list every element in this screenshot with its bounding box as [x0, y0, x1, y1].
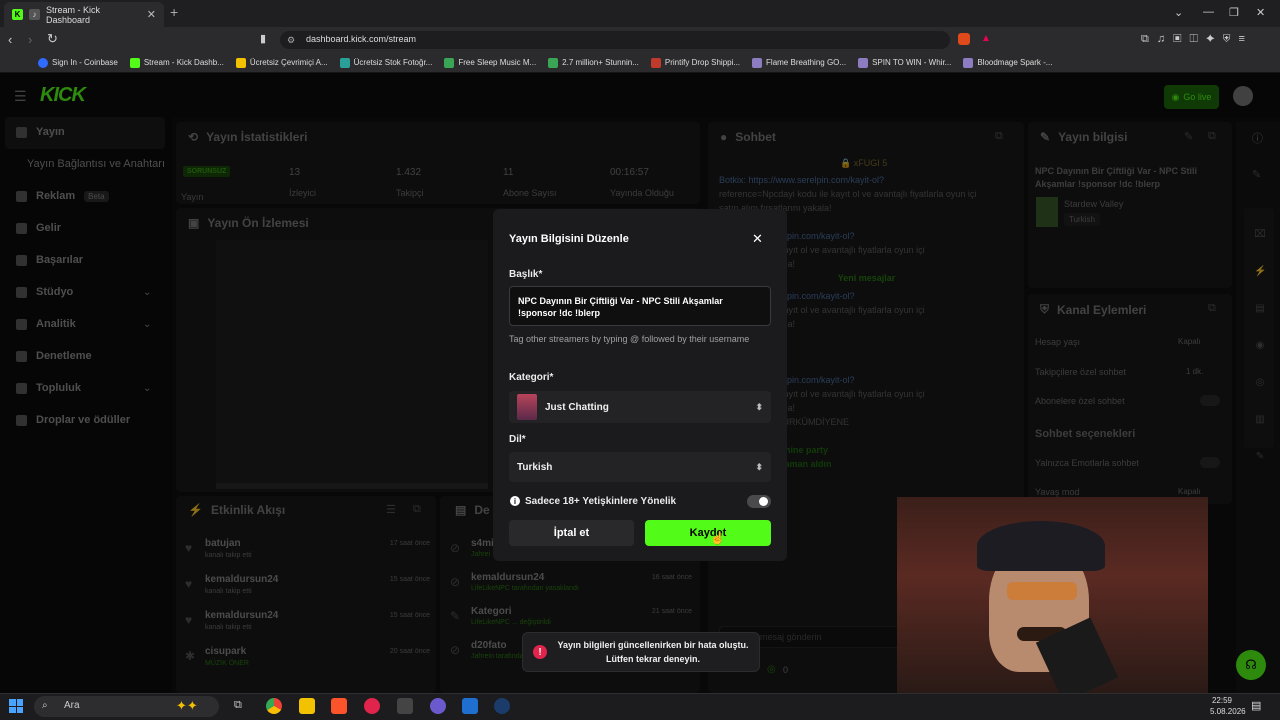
- language-label: Dil*: [509, 434, 526, 445]
- browser-tab[interactable]: K ♪ Stream - Kick Dashboard ✕: [4, 2, 164, 27]
- select-arrows-icon: ⬍: [755, 401, 763, 412]
- bookmark-item[interactable]: Ücretsiz Stok Fotoğr...: [339, 57, 432, 68]
- steam-icon[interactable]: [494, 698, 510, 714]
- close-icon[interactable]: ✕: [752, 231, 763, 247]
- task-view-icon[interactable]: ⧉: [234, 699, 242, 712]
- brave-shields-icon[interactable]: [958, 33, 970, 45]
- headset: [977, 521, 1105, 571]
- mature-label: Sadece 18+ Yetişkinlere Yönelik: [525, 496, 677, 507]
- bookmark-item[interactable]: Ücretsiz Çevrimiçi A...: [235, 57, 328, 68]
- kick-favicon-icon: K: [12, 9, 23, 20]
- search-highlight-icon: ✦✦: [176, 698, 198, 713]
- error-icon: !: [533, 645, 547, 659]
- tag-hint: Tag other streamers by typing @ followed…: [509, 334, 750, 344]
- back-icon[interactable]: ‹: [8, 32, 12, 47]
- notification-icon[interactable]: ▤: [1251, 699, 1261, 712]
- category-value: Just Chatting: [545, 401, 609, 413]
- webcam-overlay: [897, 497, 1208, 703]
- glasses: [1007, 582, 1077, 600]
- tab-search-icon[interactable]: ⌄: [1174, 6, 1183, 19]
- bookmarks-bar: Sign In - Coinbase Stream - Kick Dashb..…: [0, 53, 1280, 73]
- windows-start-icon[interactable]: [9, 699, 23, 713]
- category-label: Kategori*: [509, 372, 554, 383]
- mature-toggle[interactable]: [747, 495, 771, 508]
- close-window-icon[interactable]: ✕: [1256, 6, 1265, 19]
- edit-stream-info-modal: [493, 209, 787, 561]
- cursor-icon: ☝: [710, 531, 725, 545]
- close-tab-icon[interactable]: ✕: [147, 8, 156, 21]
- category-select[interactable]: Just Chatting ⬍: [509, 391, 771, 423]
- discord-icon[interactable]: [430, 698, 446, 714]
- error-toast: ! Yayın bilgileri güncellenirken bir hat…: [522, 632, 760, 672]
- save-button[interactable]: Kaydet: [645, 520, 771, 546]
- brave-icon[interactable]: [331, 698, 347, 714]
- bookmark-item[interactable]: Printify Drop Shippi...: [650, 57, 740, 68]
- media-player-icon[interactable]: [364, 698, 380, 714]
- restore-icon[interactable]: ❐: [1229, 6, 1239, 19]
- site-info-icon[interactable]: ⚙: [287, 35, 295, 46]
- bookmark-icon[interactable]: ▮: [260, 32, 266, 45]
- cancel-button[interactable]: İptal et: [509, 520, 634, 546]
- bookmark-item[interactable]: Flame Breathing GO...: [752, 57, 846, 68]
- brave-rewards-icon[interactable]: ▲: [981, 33, 991, 44]
- category-thumbnail: [517, 394, 537, 420]
- info-icon: i: [510, 496, 520, 506]
- language-value: Turkish: [517, 461, 553, 473]
- forward-icon[interactable]: ›: [28, 32, 32, 47]
- minimize-icon[interactable]: —: [1203, 6, 1214, 18]
- bookmark-item[interactable]: Bloodmage Spark -...: [963, 57, 1052, 68]
- extension-icons[interactable]: ⧉♫▣◫✦⛨≡: [1141, 33, 1253, 46]
- obs-icon[interactable]: [397, 698, 413, 714]
- address-bar[interactable]: dashboard.kick.com/stream: [280, 31, 950, 49]
- bookmark-item[interactable]: Free Sleep Music M...: [444, 57, 536, 68]
- new-tab-icon[interactable]: +: [170, 4, 178, 20]
- bookmark-item[interactable]: SPIN TO WIN - Whir...: [858, 57, 951, 68]
- bookmark-item[interactable]: 2.7 million+ Stunnin...: [548, 57, 639, 68]
- title-label: Başlık*: [509, 269, 543, 280]
- reload-icon[interactable]: ↻: [47, 31, 58, 47]
- language-select[interactable]: Turkish ⬍: [509, 452, 771, 482]
- url-text: dashboard.kick.com/stream: [306, 34, 417, 44]
- mute-icon: ♪: [29, 9, 40, 20]
- file-explorer-icon[interactable]: [299, 698, 315, 714]
- chrome-icon[interactable]: [266, 698, 282, 714]
- bookmark-item[interactable]: Sign In - Coinbase: [38, 57, 118, 68]
- modal-title: Yayın Bilgisini Düzenle: [509, 233, 629, 245]
- bookmark-item[interactable]: Stream - Kick Dashb...: [129, 57, 224, 68]
- taskbar-clock[interactable]: 22:59 5.08.2026: [1210, 695, 1246, 717]
- title-input[interactable]: NPC Dayının Bir Çiftliği Var - NPC Stili…: [509, 286, 771, 326]
- app-icon[interactable]: [462, 698, 478, 714]
- browser-tab-bar: [0, 0, 1280, 27]
- error-message: Yayın bilgileri güncellenirken bir hata …: [557, 640, 749, 664]
- tab-title: Stream - Kick Dashboard: [46, 4, 101, 25]
- select-arrows-icon: ⬍: [755, 461, 763, 472]
- search-icon: ⌕: [42, 700, 48, 711]
